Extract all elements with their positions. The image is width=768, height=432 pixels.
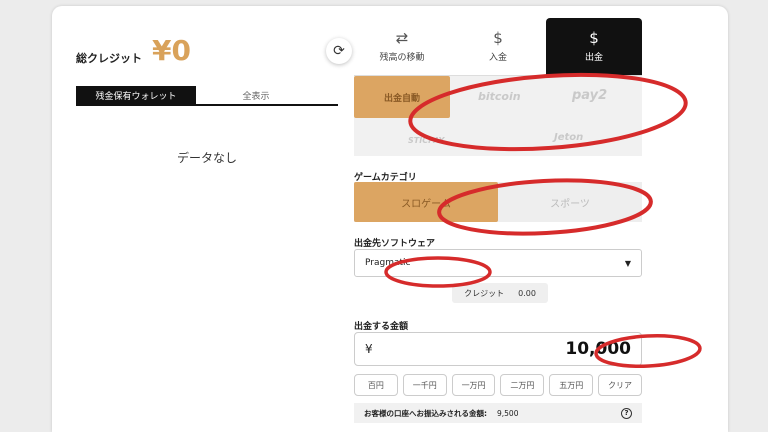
- currency-symbol: ¥: [365, 342, 373, 356]
- category-slots[interactable]: スロゲーム: [354, 182, 498, 222]
- payment-methods: 出金自動 bitcoin pay2 STICPAY Jeton: [354, 76, 642, 156]
- received-value: 9,500: [497, 408, 519, 418]
- software-credit-label: クレジット: [464, 288, 505, 298]
- method-bitcoin[interactable]: bitcoin: [478, 90, 521, 103]
- refresh-icon[interactable]: ⟳: [326, 38, 352, 64]
- method-sticpay[interactable]: STICPAY: [408, 136, 444, 145]
- tab-deposit[interactable]: $ 入金: [450, 18, 546, 75]
- quick-1000-button[interactable]: 一千円: [402, 374, 447, 396]
- method-jeton[interactable]: Jeton: [554, 132, 583, 143]
- amount-input[interactable]: ¥ 10,000: [354, 332, 642, 366]
- tab-withdraw[interactable]: $ 出金: [546, 18, 642, 75]
- tab-wallet-balance[interactable]: 残金保有ウォレット: [76, 86, 196, 104]
- help-icon[interactable]: ?: [621, 407, 632, 419]
- software-label: 出金先ソフトウェア: [354, 239, 436, 249]
- quick-10000-button[interactable]: 一万円: [451, 374, 496, 396]
- tab-transfer-label: 残高の移動: [379, 52, 425, 63]
- dollar-down-icon: $: [493, 28, 503, 47]
- software-credit-value: 0.00: [518, 288, 536, 298]
- tab-transfer[interactable]: ⇄ 残高の移動: [354, 18, 450, 75]
- total-credit-value: ¥0: [152, 34, 191, 67]
- dollar-search-icon: $: [589, 28, 599, 47]
- amount-label: 出金する金額: [354, 322, 409, 332]
- main-tabs: ⇄ 残高の移動 $ 入金 $ 出金: [354, 18, 642, 76]
- software-credit: クレジット 0.00: [452, 283, 548, 303]
- quick-100-button[interactable]: 百円: [354, 374, 398, 396]
- clear-button[interactable]: クリア: [598, 374, 642, 396]
- method-pay2[interactable]: pay2: [572, 88, 607, 103]
- quick-amounts: 百円 一千円 一万円 二万円 五万円 クリア: [354, 374, 642, 396]
- amount-value: 10,000: [565, 339, 631, 359]
- category-sports[interactable]: スポーツ: [498, 182, 642, 222]
- no-data-message: データなし: [176, 151, 237, 165]
- method-auto[interactable]: 出金自動: [354, 76, 450, 118]
- quick-20000-button[interactable]: 二万円: [500, 374, 545, 396]
- game-category: スロゲーム スポーツ: [354, 182, 642, 222]
- tab-deposit-label: 入金: [488, 52, 507, 63]
- tab-show-all[interactable]: 全表示: [196, 86, 316, 104]
- wallet-tabs: 残金保有ウォレット 全表示: [76, 86, 338, 106]
- transfer-arrows-icon: ⇄: [395, 28, 409, 47]
- tab-withdraw-label: 出金: [584, 52, 603, 63]
- quick-50000-button[interactable]: 五万円: [549, 374, 594, 396]
- received-label: お客様の口座へお振込みされる金額:: [364, 408, 487, 418]
- software-select[interactable]: Pragmatic ▼: [354, 249, 642, 277]
- received-amount-row: お客様の口座へお振込みされる金額: 9,500 ?: [354, 403, 642, 423]
- chevron-down-icon: ▼: [624, 258, 631, 268]
- software-selected: Pragmatic: [365, 258, 411, 268]
- total-credit-label: 総クレジット: [76, 52, 142, 65]
